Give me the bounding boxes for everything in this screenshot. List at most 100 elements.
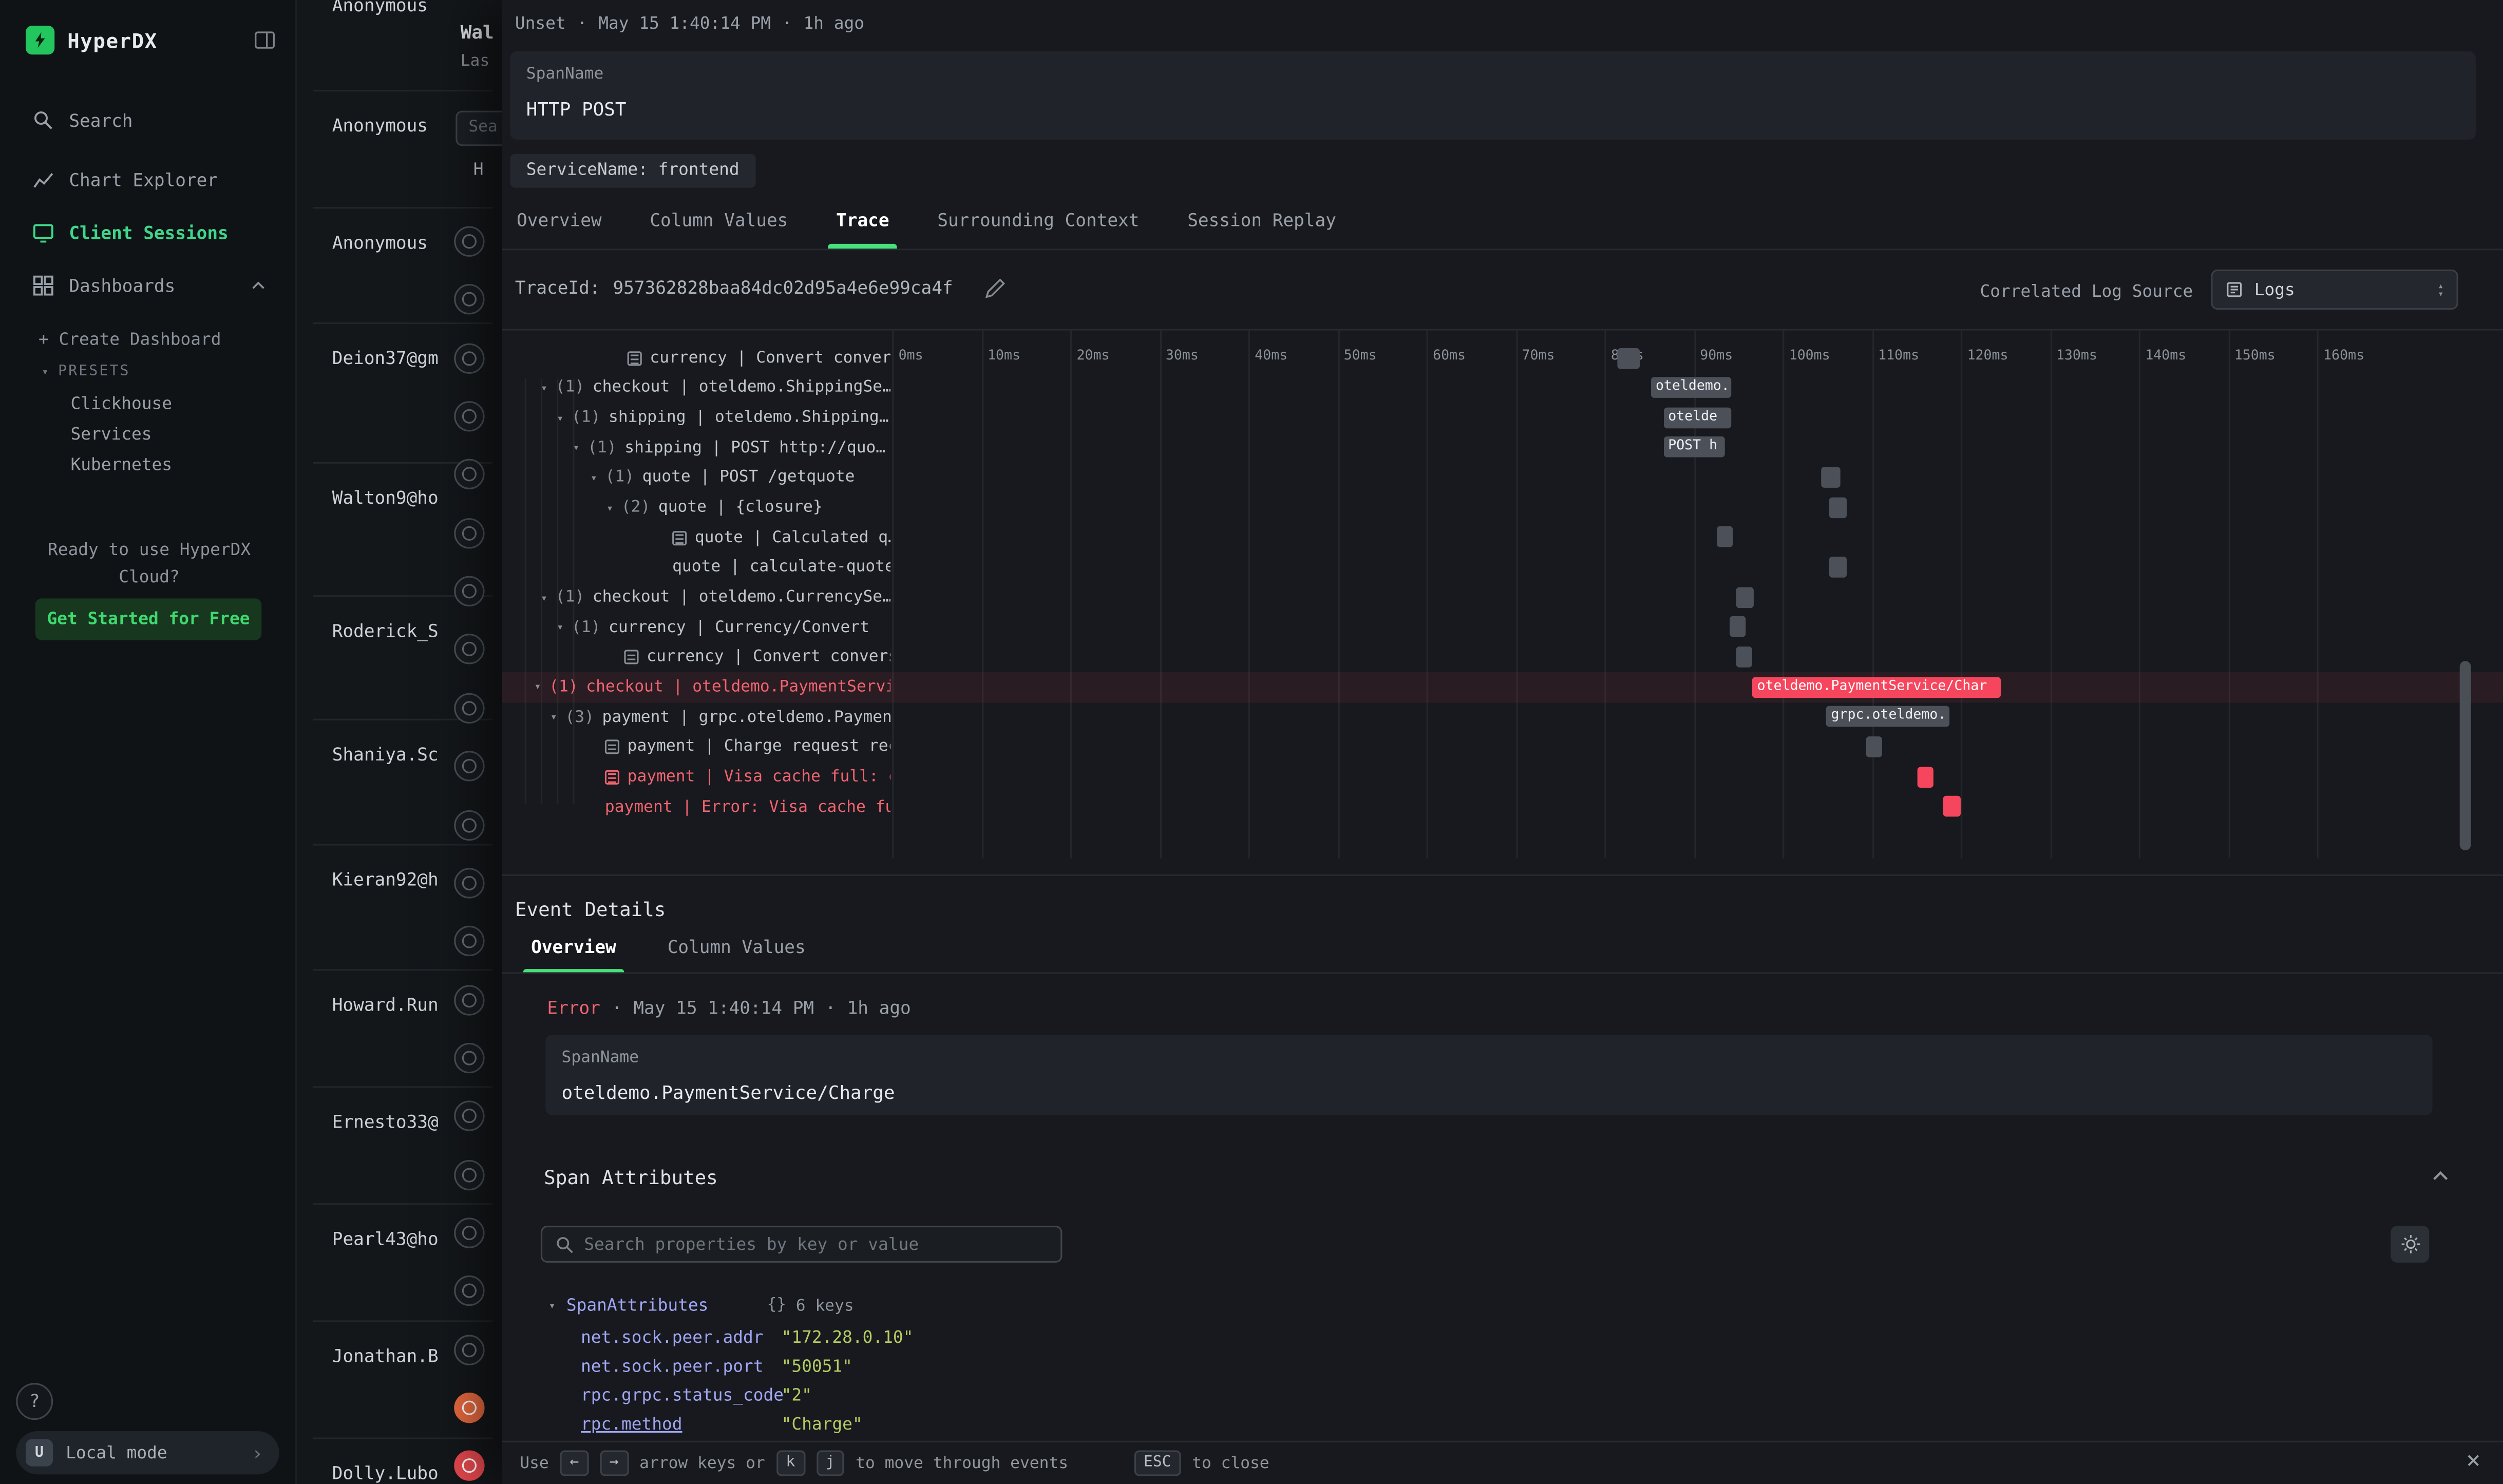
search-input-fragment[interactable]: Sea xyxy=(456,111,502,146)
session-item[interactable]: Dolly.Lubo xyxy=(332,1463,439,1484)
session-item[interactable]: Jonathan.B xyxy=(332,1346,439,1367)
span-duration-bar[interactable] xyxy=(1717,527,1734,548)
span-duration-bar[interactable]: otelde xyxy=(1663,407,1732,428)
span-duration-bar[interactable] xyxy=(1943,796,1961,817)
session-item[interactable]: Howard.Run xyxy=(332,995,439,1016)
attribute-row[interactable]: net.sock.peer.addr "172.28.0.10" xyxy=(544,1328,2439,1357)
tab-ed-overview[interactable]: Overview xyxy=(531,937,616,974)
trace-span-row[interactable]: currency | Convert convers… xyxy=(502,642,2503,672)
sidebar-item-search[interactable]: Search xyxy=(19,100,276,141)
session-item[interactable]: Deion37@gm xyxy=(332,348,439,369)
attribute-row[interactable]: rpc.method"Charge" xyxy=(544,1415,2439,1444)
session-item[interactable]: Ernesto33@ xyxy=(332,1112,439,1133)
attribute-key[interactable]: net.sock.peer.port xyxy=(581,1357,764,1376)
tab-column-values[interactable]: Column Values xyxy=(650,210,788,249)
collapse-chevron-icon[interactable]: ▾ xyxy=(573,442,579,454)
trace-span-row[interactable]: payment | Visa cache full: c… xyxy=(502,762,2503,792)
sidebar-item-chart-explorer[interactable]: Chart Explorer xyxy=(19,159,276,200)
session-replay-marker-icon[interactable] xyxy=(454,1101,484,1131)
span-duration-bar[interactable] xyxy=(1829,557,1847,578)
session-replay-marker-icon[interactable] xyxy=(454,576,484,606)
session-replay-marker-icon[interactable] xyxy=(454,926,484,956)
collapse-chevron-icon[interactable]: ▾ xyxy=(591,471,597,484)
session-replay-marker-icon[interactable] xyxy=(454,1217,484,1248)
session-orange-marker-icon[interactable] xyxy=(454,1393,484,1423)
session-replay-marker-icon[interactable] xyxy=(454,1276,484,1306)
trace-span-row[interactable]: quote | Calculated q… xyxy=(502,523,2503,553)
span-duration-bar[interactable]: POST h xyxy=(1663,437,1725,458)
collapse-chevron-icon[interactable]: ▾ xyxy=(557,412,563,425)
session-item[interactable]: Roderick_S xyxy=(332,621,439,642)
hyperdx-logo-icon[interactable] xyxy=(26,26,54,54)
session-red-marker-icon[interactable] xyxy=(454,1451,484,1481)
scrollbar-thumb[interactable] xyxy=(2460,661,2471,850)
preset-item-clickhouse[interactable]: Clickhouse xyxy=(70,395,172,414)
trace-span-row[interactable]: quote | calculate-quote xyxy=(502,553,2503,583)
chevron-up-icon[interactable] xyxy=(250,279,266,292)
session-replay-marker-icon[interactable] xyxy=(454,1159,484,1190)
edit-pencil-icon[interactable] xyxy=(985,278,1006,299)
session-replay-marker-icon[interactable] xyxy=(454,693,484,723)
trace-span-row[interactable]: ▾(1)checkout | oteldemo.PaymentServi…ote… xyxy=(502,673,2503,702)
session-replay-marker-icon[interactable] xyxy=(454,284,484,315)
collapse-section-icon[interactable] xyxy=(2431,1170,2450,1183)
session-replay-marker-icon[interactable] xyxy=(454,1334,484,1364)
collapse-sidebar-icon[interactable] xyxy=(254,29,276,51)
session-replay-marker-icon[interactable] xyxy=(454,401,484,431)
close-drawer-icon[interactable]: × xyxy=(2466,1449,2480,1473)
span-duration-bar[interactable] xyxy=(1821,467,1840,488)
trace-span-row[interactable]: payment | Error: Visa cache ful… xyxy=(502,792,2503,822)
service-name-tag[interactable]: ServiceName: frontend xyxy=(510,154,755,188)
session-item[interactable]: Anonymous xyxy=(332,233,428,254)
attribute-key[interactable]: rpc.grpc.status_code xyxy=(581,1386,784,1405)
session-item[interactable]: Anonymous xyxy=(332,0,428,16)
attribute-key[interactable]: net.sock.peer.addr xyxy=(581,1328,764,1347)
tab-surrounding-context[interactable]: Surrounding Context xyxy=(937,210,1139,249)
attributes-settings-button[interactable] xyxy=(2391,1226,2429,1263)
collapse-chevron-icon[interactable]: ▾ xyxy=(534,681,541,694)
create-dashboard-button[interactable]: + Create Dashboard xyxy=(39,331,221,350)
session-replay-marker-icon[interactable] xyxy=(454,635,484,665)
session-item[interactable]: Kieran92@h xyxy=(332,869,439,890)
attribute-value[interactable]: "2" xyxy=(782,1386,812,1405)
session-replay-marker-icon[interactable] xyxy=(454,868,484,898)
span-duration-bar[interactable] xyxy=(1730,617,1745,638)
preset-item-kubernetes[interactable]: Kubernetes xyxy=(70,455,172,474)
get-started-button[interactable]: Get Started for Free xyxy=(35,598,262,640)
help-button[interactable]: ? xyxy=(16,1383,53,1420)
session-item[interactable]: Pearl43@ho xyxy=(332,1229,439,1250)
span-duration-bar[interactable] xyxy=(1917,766,1934,787)
collapse-chevron-icon[interactable]: ▾ xyxy=(557,621,563,634)
trace-span-row[interactable]: ▾(1)shipping | POST http://quo…POST h xyxy=(502,433,2503,463)
attribute-row[interactable]: rpc.grpc.status_code"2" xyxy=(544,1386,2439,1415)
attribute-key[interactable]: rpc.method xyxy=(581,1415,682,1434)
session-replay-marker-icon[interactable] xyxy=(454,1043,484,1073)
log-source-select[interactable]: Logs ▴▾ xyxy=(2211,270,2458,310)
attribute-value[interactable]: "50051" xyxy=(782,1357,852,1376)
trace-span-row[interactable]: ▾(1)checkout | oteldemo.CurrencySe… xyxy=(502,583,2503,613)
attribute-row[interactable]: net.sock.peer.port "50051" xyxy=(544,1357,2439,1386)
sidebar-item-dashboards[interactable]: Dashboards xyxy=(19,265,276,307)
span-duration-bar[interactable] xyxy=(1829,497,1847,518)
local-mode-button[interactable]: U Local mode › xyxy=(16,1431,279,1474)
tab-overview[interactable]: Overview xyxy=(517,210,602,249)
trace-span-row[interactable]: ▾(3)payment | grpc.oteldemo.Paymen…grpc.… xyxy=(502,702,2503,732)
attribute-value[interactable]: "172.28.0.10" xyxy=(782,1328,914,1347)
span-duration-bar[interactable] xyxy=(1617,347,1640,368)
collapse-chevron-icon[interactable]: ▾ xyxy=(541,382,547,394)
trace-span-row[interactable]: ▾(1)shipping | oteldemo.Shipping…otelde xyxy=(502,403,2503,433)
session-replay-marker-icon[interactable] xyxy=(454,751,484,782)
tab-session-replay[interactable]: Session Replay xyxy=(1187,210,1336,249)
attribute-root-name[interactable]: SpanAttributes xyxy=(566,1297,709,1316)
session-replay-marker-icon[interactable] xyxy=(454,518,484,548)
session-item[interactable]: Walton9@ho xyxy=(332,488,439,509)
span-duration-bar[interactable] xyxy=(1736,646,1751,668)
session-replay-marker-icon[interactable] xyxy=(454,460,484,490)
trace-span-row[interactable]: ▾(1)quote | POST /getquote xyxy=(502,463,2503,493)
span-duration-bar[interactable]: oteldemo. xyxy=(1651,377,1732,398)
session-replay-marker-icon[interactable] xyxy=(454,984,484,1015)
session-item[interactable]: Shaniya.Sc xyxy=(332,745,439,766)
trace-span-row[interactable]: currency | Convert convers… xyxy=(502,344,2503,373)
session-replay-marker-icon[interactable] xyxy=(454,809,484,840)
sidebar-item-client-sessions[interactable]: Client Sessions xyxy=(19,212,276,253)
